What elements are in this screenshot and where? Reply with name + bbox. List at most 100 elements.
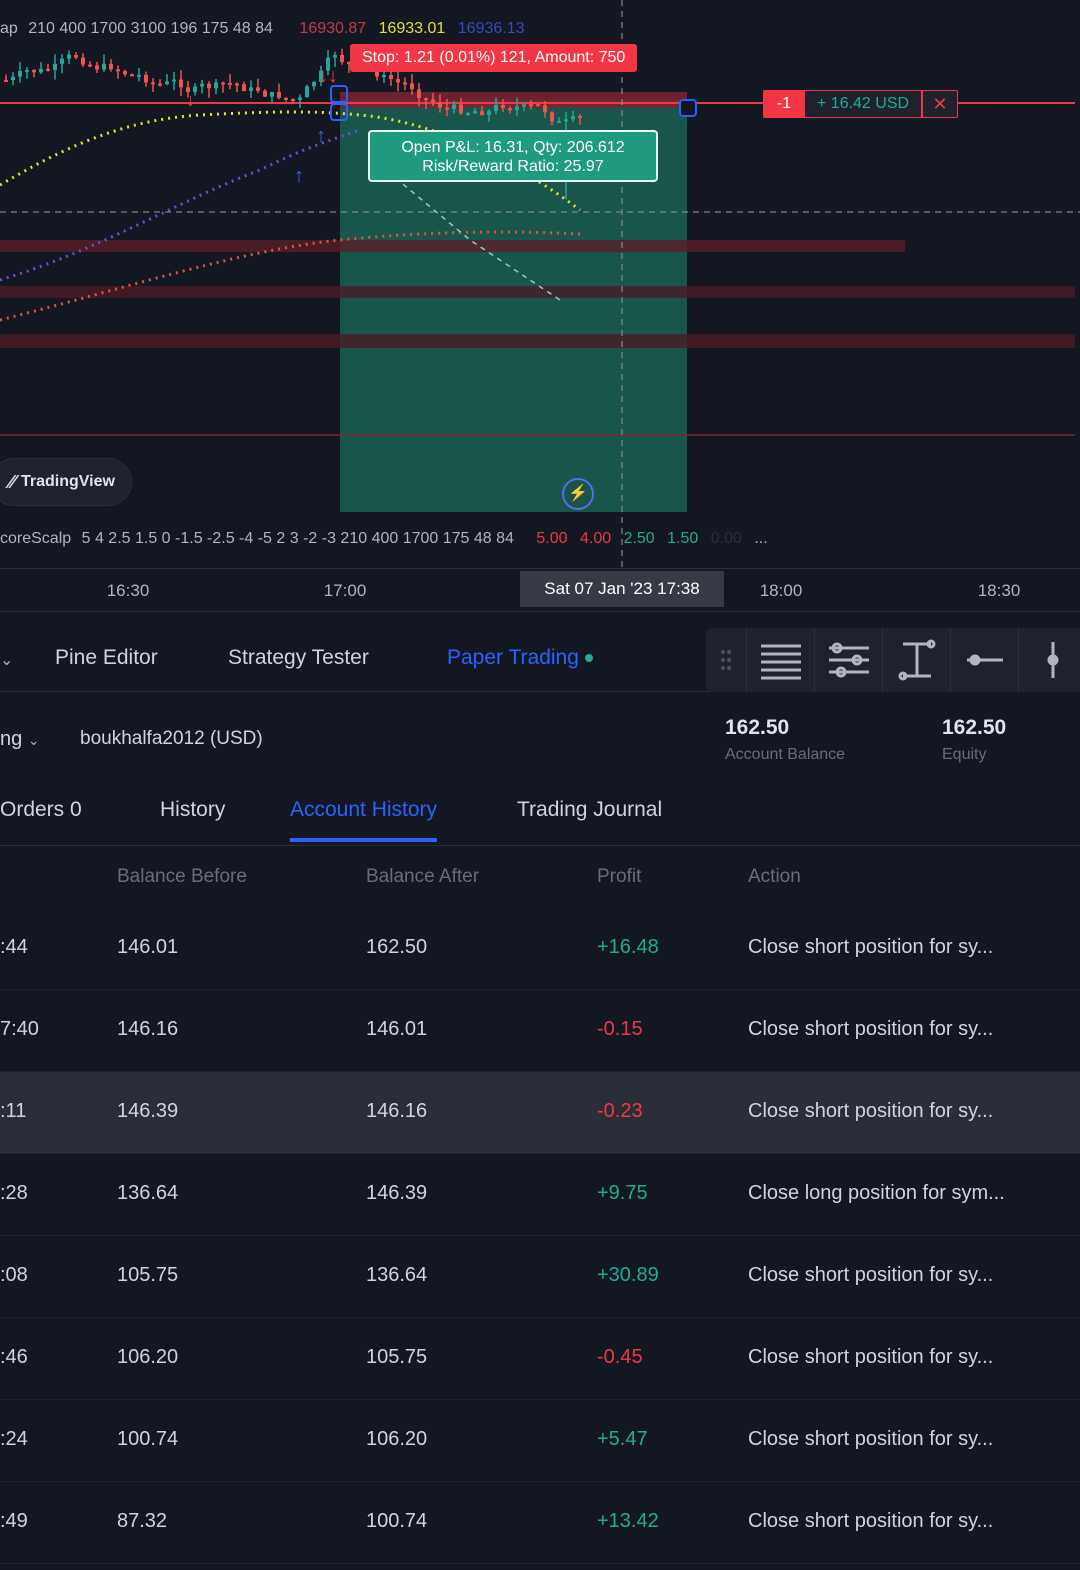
text-cursor-icon[interactable] xyxy=(882,628,950,692)
candle-body xyxy=(557,121,561,124)
indicator-value: 4.00 xyxy=(579,530,612,547)
indicator-value: 16930.87 xyxy=(299,20,367,37)
column-header-action[interactable]: Action xyxy=(748,866,801,888)
tab-history[interactable]: History xyxy=(160,798,225,838)
candle-body xyxy=(102,63,106,70)
candle-body xyxy=(333,55,337,58)
profit-cell: +9.75 xyxy=(597,1182,648,1204)
tab-orders[interactable]: Orders 0 xyxy=(0,798,82,838)
balance-before-cell: 136.64 xyxy=(117,1182,179,1204)
candle-body xyxy=(410,83,414,90)
table-header: Balance Before Balance After Profit Acti… xyxy=(0,846,1080,908)
candle-body xyxy=(25,69,29,72)
candle-body xyxy=(466,113,470,116)
action-cell: Close short position for sy... xyxy=(748,936,994,958)
drag-handle-icon[interactable] xyxy=(706,628,746,692)
vertical-line-icon[interactable] xyxy=(1018,628,1080,692)
buy-signal-icon: ↑ xyxy=(316,125,326,147)
profit-cell: -0.15 xyxy=(597,1018,643,1040)
tab-paper-trading[interactable]: Paper Trading xyxy=(447,646,593,670)
candle-body xyxy=(207,83,211,89)
position-pnl: + 16.42 USD xyxy=(805,90,923,118)
candle-body xyxy=(543,105,547,113)
top-indicator-legend[interactable]: ap 210 400 1700 3100 196 175 48 84 16930… xyxy=(0,20,525,44)
indicator-more: ... xyxy=(754,530,768,547)
tab-pine-editor[interactable]: Pine Editor xyxy=(55,646,158,670)
profit-cell: +16.48 xyxy=(597,936,659,958)
candle-body xyxy=(242,84,246,92)
equity-label: Equity xyxy=(942,746,987,763)
indicator-name: coreScalp xyxy=(0,530,72,547)
row-time: :46 xyxy=(0,1346,28,1368)
candle-body xyxy=(130,74,134,77)
column-header-profit[interactable]: Profit xyxy=(597,866,641,888)
time-tick: 18:00 xyxy=(759,581,803,600)
drawing-toolbar xyxy=(706,628,1080,692)
stop-label[interactable]: Stop: 1.21 (0.01%) 121, Amount: 750 xyxy=(350,44,638,72)
row-time: :44 xyxy=(0,936,28,958)
candle-body xyxy=(340,55,344,63)
tradingview-mark-icon: ⁄⁄ xyxy=(9,471,16,492)
candle-body xyxy=(494,104,498,112)
adjust-lines-icon[interactable] xyxy=(814,628,882,692)
zone-band xyxy=(0,286,1075,298)
indicator-value: 0.00 xyxy=(710,530,742,547)
account-selector[interactable]: ng ⌄ xyxy=(0,728,40,751)
candle-body xyxy=(249,87,253,92)
table-row[interactable]: :44 146.01 162.50 +16.48 Close short positio… xyxy=(0,908,1080,990)
candle-body xyxy=(200,83,204,87)
candle-body xyxy=(571,116,575,120)
risk-reward-text: Risk/Reward Ratio: 25.97 xyxy=(422,158,604,175)
indicator-params: 5 4 2.5 1.5 0 -1.5 -2.5 -4 -5 2 3 -2 -3 … xyxy=(81,530,514,547)
chart-canvas[interactable]: ↓↓ ↓ ↑ ↑ xyxy=(0,0,1080,568)
align-lines-icon[interactable] xyxy=(746,628,814,692)
table-row[interactable]: :08 105.75 136.64 +30.89 Close short positio… xyxy=(0,1236,1080,1318)
tab-account-history[interactable]: Account History xyxy=(290,798,438,842)
candle-body xyxy=(4,80,8,82)
ma-purple xyxy=(0,128,361,282)
balance-before-cell: 100.74 xyxy=(117,1428,179,1450)
open-pnl-text: Open P&L: 16.31, Qty: 206.612 xyxy=(401,139,625,156)
table-row[interactable]: 7:40 146.16 146.01 -0.15 Close short positio… xyxy=(0,990,1080,1072)
action-cell: Close short position for sy... xyxy=(748,1264,994,1286)
candle-body xyxy=(529,104,533,107)
tradingview-logo[interactable]: ⁄⁄ TradingView xyxy=(0,458,132,506)
row-time: :49 xyxy=(0,1510,28,1532)
balance-after-cell: 136.64 xyxy=(366,1264,428,1286)
bottom-indicator-legend[interactable]: coreScalp 5 4 2.5 1.5 0 -1.5 -2.5 -4 -5 … xyxy=(0,530,768,554)
position-tag[interactable]: -1 + 16.42 USD ✕ xyxy=(763,90,959,118)
table-row[interactable]: :46 106.20 105.75 -0.45 Close short position… xyxy=(0,1318,1080,1400)
table-row[interactable]: :11 146.39 146.16 -0.23 Close short position… xyxy=(0,1072,1080,1154)
candle-body xyxy=(536,104,540,107)
account-balance-value: 162.50 xyxy=(725,716,790,739)
time-axis[interactable]: 16:30 17:00 Sat 07 Jan '23 17:38 18:00 1… xyxy=(0,568,1080,612)
table-row[interactable]: :28 136.64 146.39 +9.75 Close long position … xyxy=(0,1154,1080,1236)
price-chart[interactable]: ↓↓ ↓ ↑ ↑ ap 210 400 1700 3100 196 175 48… xyxy=(0,0,1080,612)
candle-body xyxy=(459,104,463,114)
table-body: :44 146.01 162.50 +16.48 Close short positio… xyxy=(0,908,1080,1564)
target-handle xyxy=(679,99,697,117)
tab-trading-journal[interactable]: Trading Journal xyxy=(517,798,662,838)
panel-tab-bar: ⌄ Pine Editor Strategy Tester Paper Trad… xyxy=(0,612,1080,692)
position-qty[interactable]: -1 xyxy=(763,90,805,118)
close-position-icon[interactable]: ✕ xyxy=(922,90,959,118)
candle-body xyxy=(95,65,99,70)
table-row[interactable]: :24 100.74 106.20 +5.47 Close short position… xyxy=(0,1400,1080,1482)
table-row[interactable]: :49 87.32 100.74 +13.42 Close short position… xyxy=(0,1482,1080,1564)
lightning-icon[interactable]: ⚡ xyxy=(562,478,594,510)
candle-body xyxy=(151,82,155,85)
column-header-balance-before[interactable]: Balance Before xyxy=(117,866,247,888)
candle-body xyxy=(116,69,120,72)
tab-strategy-tester[interactable]: Strategy Tester xyxy=(228,646,369,670)
candle-body xyxy=(123,71,127,75)
column-header-balance-after[interactable]: Balance After xyxy=(366,866,479,888)
candle-body xyxy=(158,83,162,86)
candle-body xyxy=(221,82,225,85)
profit-cell: +30.89 xyxy=(597,1264,659,1286)
row-time: :24 xyxy=(0,1428,28,1450)
candle-body xyxy=(81,57,85,65)
chevron-down-icon[interactable]: ⌄ xyxy=(0,650,13,670)
candle-body xyxy=(172,79,176,82)
account-history-table: Balance Before Balance After Profit Acti… xyxy=(0,846,1080,1564)
horizontal-line-icon[interactable] xyxy=(950,628,1018,692)
